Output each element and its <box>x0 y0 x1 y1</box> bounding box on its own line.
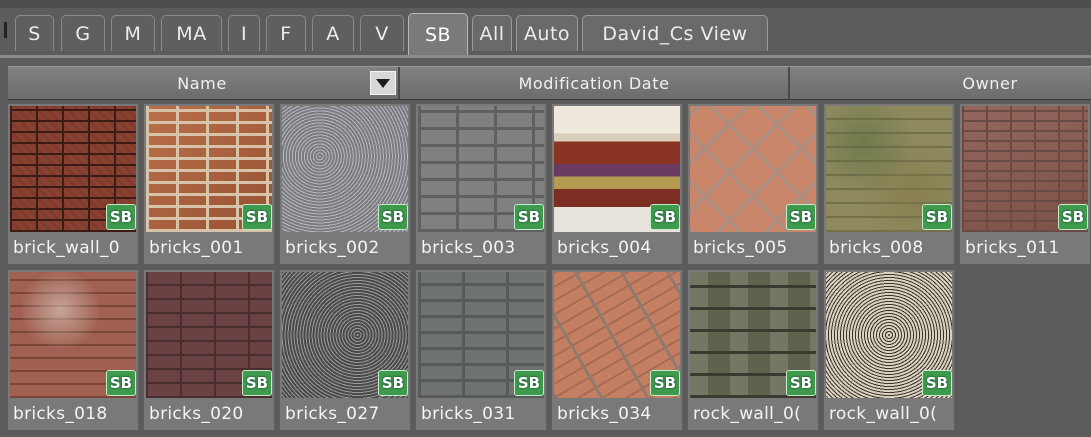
asset-label: bricks_002 <box>285 238 380 258</box>
column-name[interactable]: Name <box>8 67 396 99</box>
column-modification-date[interactable]: Modification Date <box>400 67 788 99</box>
sb-badge-icon: SB <box>242 370 272 396</box>
asset-item[interactable]: SB brick_wall_0 <box>8 104 138 264</box>
asset-label: bricks_008 <box>829 238 924 258</box>
tab-g[interactable]: G <box>61 15 105 51</box>
tab-all[interactable]: All <box>472 15 512 51</box>
tab-bar-handle[interactable] <box>4 22 7 38</box>
column-label: Owner <box>962 73 1018 93</box>
tab-sb[interactable]: SB <box>408 13 468 55</box>
tab-label: Auto <box>523 22 571 45</box>
sb-badge-icon: SB <box>106 370 136 396</box>
asset-item[interactable]: SB bricks_003 <box>416 104 546 264</box>
tab-label: SB <box>424 23 452 46</box>
sb-badge-icon: SB <box>242 204 272 230</box>
asset-item[interactable]: SB bricks_004 <box>552 104 682 264</box>
asset-item[interactable]: SB bricks_031 <box>416 270 546 430</box>
sb-badge-icon: SB <box>378 370 408 396</box>
tab-s[interactable]: S <box>15 15 54 51</box>
column-header: Name Modification Date Owner <box>8 66 1091 100</box>
asset-label: bricks_003 <box>421 238 516 258</box>
tab-label: M <box>124 22 142 45</box>
sb-badge-icon: SB <box>1058 204 1088 230</box>
asset-label: bricks_011 <box>965 238 1060 258</box>
asset-item[interactable]: SB bricks_020 <box>144 270 274 430</box>
column-label: Name <box>177 73 227 93</box>
tab-label: A <box>326 22 340 45</box>
asset-label: bricks_001 <box>149 238 244 258</box>
tab-i[interactable]: I <box>228 15 260 51</box>
tab-label: All <box>479 22 505 45</box>
sb-badge-icon: SB <box>106 204 136 230</box>
asset-item[interactable]: SB bricks_005 <box>688 104 818 264</box>
sb-badge-icon: SB <box>378 204 408 230</box>
sb-badge-icon: SB <box>922 370 952 396</box>
tab-label: F <box>280 22 292 45</box>
sb-badge-icon: SB <box>922 204 952 230</box>
asset-label: brick_wall_0 <box>13 238 120 258</box>
sb-badge-icon: SB <box>650 204 680 230</box>
sb-badge-icon: SB <box>514 204 544 230</box>
sb-badge-icon: SB <box>650 370 680 396</box>
tab-m[interactable]: M <box>111 15 155 51</box>
tab-label: V <box>375 22 389 45</box>
tab-label: G <box>75 22 91 45</box>
window-top-strip <box>0 0 1091 8</box>
asset-label: rock_wall_0( <box>829 404 938 424</box>
tab-label: S <box>28 22 41 45</box>
asset-label: rock_wall_0( <box>693 404 802 424</box>
asset-item[interactable]: SB bricks_008 <box>824 104 954 264</box>
asset-item[interactable]: SB bricks_034 <box>552 270 682 430</box>
asset-label: bricks_027 <box>285 404 380 424</box>
asset-item[interactable]: SB bricks_018 <box>8 270 138 430</box>
tab-bar-underline <box>0 55 1091 58</box>
asset-item[interactable]: SB bricks_027 <box>280 270 410 430</box>
tab-a[interactable]: A <box>312 15 354 51</box>
sb-badge-icon: SB <box>786 204 816 230</box>
sort-dropdown-icon[interactable] <box>370 71 396 95</box>
tab-label: I <box>240 22 248 45</box>
sb-badge-icon: SB <box>786 370 816 396</box>
column-label: Modification Date <box>518 73 670 93</box>
asset-item[interactable]: SB bricks_001 <box>144 104 274 264</box>
tab-auto[interactable]: Auto <box>516 15 578 51</box>
asset-label: bricks_020 <box>149 404 244 424</box>
tab-f[interactable]: F <box>266 15 306 51</box>
asset-item[interactable]: SB bricks_002 <box>280 104 410 264</box>
asset-item[interactable]: SB rock_wall_0( <box>688 270 818 430</box>
asset-label: bricks_005 <box>693 238 788 258</box>
sb-badge-icon: SB <box>514 370 544 396</box>
asset-label: bricks_034 <box>557 404 652 424</box>
asset-item[interactable]: SB bricks_011 <box>960 104 1090 264</box>
column-owner[interactable]: Owner <box>790 67 1091 99</box>
tab-david-cs-view[interactable]: David_Cs View <box>582 15 768 51</box>
asset-label: bricks_004 <box>557 238 652 258</box>
tab-ma[interactable]: MA <box>161 15 222 51</box>
asset-label: bricks_018 <box>13 404 108 424</box>
tab-v[interactable]: V <box>360 15 404 51</box>
tab-label: David_Cs View <box>602 22 748 45</box>
tab-label: MA <box>176 22 207 45</box>
asset-item[interactable]: SB rock_wall_0( <box>824 270 954 430</box>
asset-label: bricks_031 <box>421 404 516 424</box>
